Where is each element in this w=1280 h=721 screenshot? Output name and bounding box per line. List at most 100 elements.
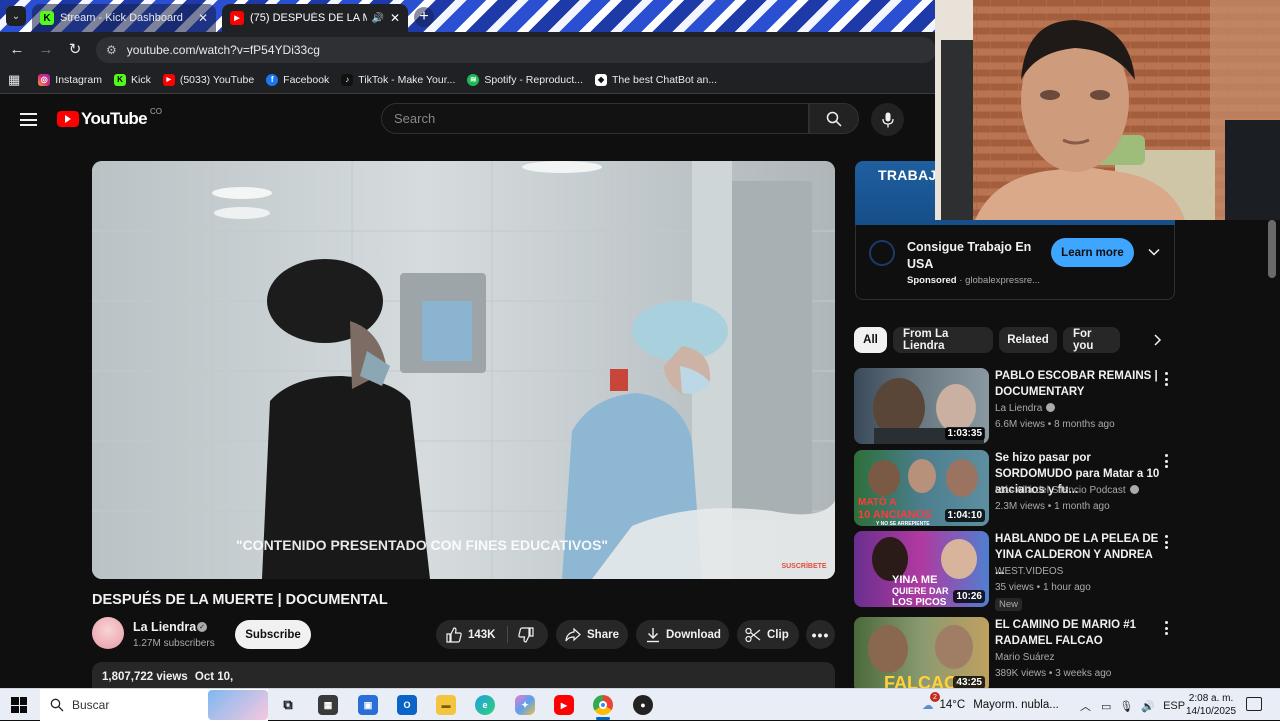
menu-hamburger-icon[interactable] [20,113,37,126]
close-icon[interactable]: ✕ [198,11,208,25]
facebook-icon: f [266,73,279,86]
video-thumbnail[interactable]: MATÓ A 10 ANCIANOS Y NO SE ARREPIENTE 1:… [854,450,989,526]
obs-icon[interactable]: ● [633,695,653,715]
close-icon[interactable]: ✕ [390,11,400,25]
address-bar[interactable]: ⚙ youtube.com/watch?v=fP54YDi33cg [96,37,936,63]
bookmark-spotify[interactable]: ≋ Spotify - Reproduct... [467,73,583,86]
more-vertical-icon[interactable] [1165,454,1169,468]
channel-name[interactable]: La Liendra [133,620,196,634]
edge-icon[interactable]: e [475,695,495,715]
download-button[interactable]: Download [636,620,729,649]
channel-name[interactable]: La Liendra [995,403,1056,414]
new-tab-button[interactable]: + [414,7,434,27]
more-vertical-icon[interactable] [1165,372,1169,386]
search-icon [50,698,64,712]
outlook-icon[interactable]: O [397,695,417,715]
view-count: 1,807,722 views [102,671,188,683]
speaker-icon[interactable]: 🔊 [371,13,383,24]
learn-more-button[interactable]: Learn more [1051,238,1134,267]
more-vertical-icon[interactable] [1165,621,1169,635]
bookmark-label: Instagram [55,73,102,86]
forward-arrow-icon[interactable]: → [37,40,55,58]
voice-search-button[interactable] [871,103,904,136]
task-view-icon[interactable]: ⧉ [278,695,298,715]
like-dislike-group: 143K [436,620,548,649]
bookmark-youtube[interactable]: ▶ (5033) YouTube [162,73,254,86]
weather-widget[interactable]: ☁ 2 14°C Mayorm. nubla... [922,692,1059,712]
subscribe-button[interactable]: Subscribe [235,620,311,649]
video-thumbnail[interactable]: YINA ME QUIERE DAR LOS PICOS 10:26 [854,531,989,607]
video-title[interactable]: PABLO ESCOBAR REMAINS | DOCUMENTARY [995,368,1160,400]
language-indicator[interactable]: ESP [1163,700,1185,712]
more-vertical-icon[interactable] [1165,535,1169,549]
bookmark-facebook[interactable]: f Facebook [266,73,329,86]
bookmark-kick[interactable]: K Kick [113,73,151,86]
system-clock[interactable]: 2:08 a. m. 14/10/2025 [1186,692,1236,718]
chevron-right-icon[interactable] [1150,333,1164,347]
windows-start-icon[interactable] [11,697,27,713]
list-item[interactable]: FALCAO 43:25 EL CAMINO DE MARIO #1 RADAM… [854,617,1184,695]
share-button[interactable]: Share [556,620,628,649]
store-icon[interactable]: ▣ [358,695,378,715]
copilot-icon[interactable]: ✦ [515,695,535,715]
bookmark-tiktok[interactable]: ♪ TikTok - Make Your... [341,73,455,86]
display-icon[interactable]: ▭ [1101,700,1111,713]
thumbnail-text: QUIERE DAR [892,586,949,596]
notification-icon[interactable] [1246,697,1262,711]
video-thumbnail[interactable]: 1:03:35 [854,368,989,444]
chatbot-icon: ◆ [595,73,608,86]
volume-icon[interactable]: 🔊 [1141,700,1155,713]
channel-name[interactable]: WEST.VIDEOS [995,566,1063,577]
weather-temp: 14°C [939,699,966,711]
webcam-overlay [935,0,1280,220]
youtube-app-icon[interactable]: ▶ [554,695,574,715]
ad-title[interactable]: Consigue Trabajo En USA [907,239,1042,273]
page-scrollbar[interactable] [1268,220,1276,278]
ad-domain: globalexpressre... [965,275,1041,286]
list-item[interactable]: 1:03:35 PABLO ESCOBAR REMAINS | DOCUMENT… [854,368,1184,446]
youtube-logo[interactable]: YouTube CO [57,106,162,129]
tab-title: (75) DESPUÉS DE LA MUERTE [250,12,368,24]
chip-all[interactable]: All [854,327,887,353]
search-button[interactable] [809,103,859,134]
list-item[interactable]: MATÓ A 10 ANCIANOS Y NO SE ARREPIENTE 1:… [854,450,1184,528]
chevron-down-icon[interactable] [1147,245,1161,259]
spotify-icon: ≋ [467,73,480,86]
chip-related[interactable]: Related [999,327,1057,353]
reload-icon[interactable]: ↻ [66,40,84,58]
taskbar-search-box[interactable]: Buscar [40,689,268,721]
more-actions-button[interactable]: ••• [806,620,835,649]
site-info-icon[interactable]: ⚙ [106,43,117,57]
ad-sponsor-line: Sponsored · globalexpressre... [907,275,1041,286]
tab-search-button[interactable]: ⌄ [6,6,26,26]
clip-button[interactable]: Clip [737,620,799,649]
tab-youtube-video[interactable]: ▶ (75) DESPUÉS DE LA MUERTE 🔊 ✕ [222,4,408,32]
bookmark-instagram[interactable]: ◎ Instagram [38,73,102,86]
search-input[interactable]: Search [381,103,809,134]
list-item[interactable]: YINA ME QUIERE DAR LOS PICOS 10:26 HABLA… [854,531,1184,611]
chip-for-you[interactable]: For you [1063,327,1120,353]
video-subtitle: "CONTENIDO PRESENTADO CON FINES EDUCATIV… [236,537,608,553]
verified-icon: ✓ [197,622,207,632]
verified-icon [1129,485,1139,494]
channel-name[interactable]: Más Allá del Silencio Podcast [995,485,1139,496]
video-player[interactable]: "CONTENIDO PRESENTADO CON FINES EDUCATIV… [92,161,835,579]
share-label: Share [587,628,619,641]
country-code: CO [150,106,162,116]
tab-kick-dashboard[interactable]: K Stream - Kick Dashboard ✕ [32,4,216,32]
apps-grid-icon[interactable]: ▦ [8,72,20,88]
microphone-icon[interactable]: 🎙 [1119,700,1133,713]
bookmark-chatbot[interactable]: ◆ The best ChatBot an... [595,73,717,86]
video-thumbnail[interactable]: FALCAO 43:25 [854,617,989,693]
video-title[interactable]: EL CAMINO DE MARIO #1 RADAMEL FALCAO [995,617,1160,649]
chrome-icon[interactable] [593,695,613,715]
chip-from-la-liendra[interactable]: From La Liendra [893,327,993,353]
back-arrow-icon[interactable]: ← [8,40,26,58]
like-button[interactable]: 143K [436,626,508,643]
channel-name[interactable]: Mario Suárez [995,652,1054,663]
file-explorer-icon[interactable]: ▬ [436,695,456,715]
chevron-up-icon[interactable]: ︿ [1080,698,1091,714]
app-icon[interactable]: ▦ [318,695,338,715]
channel-avatar[interactable] [92,617,124,649]
dislike-button[interactable] [508,626,540,643]
